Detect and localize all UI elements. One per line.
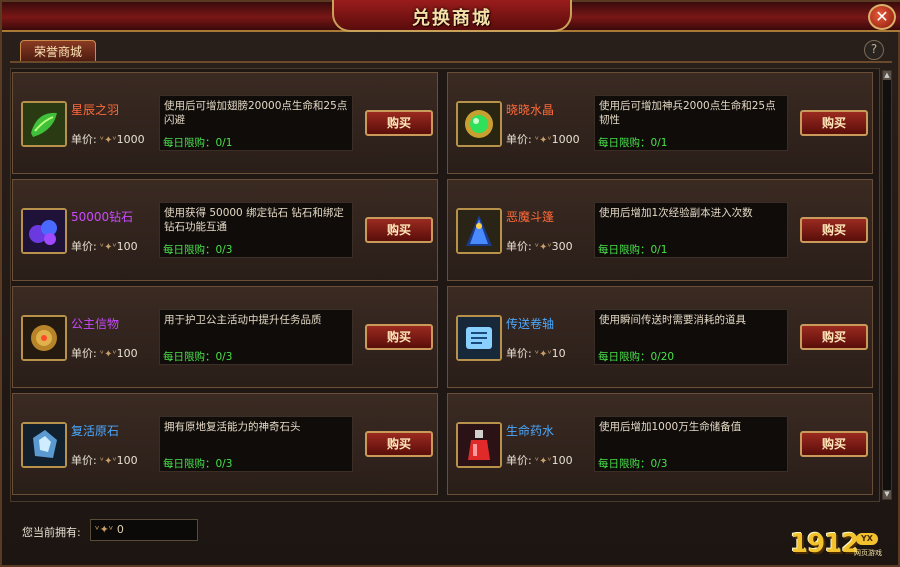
item-name: 星辰之羽: [71, 103, 120, 117]
daily-limit: 每日限购：0/1: [598, 137, 668, 149]
princess-token-icon[interactable]: [21, 315, 67, 361]
honor-wing-icon: ᵛ✦ᵛ: [96, 349, 117, 360]
buy-button[interactable]: 购买: [365, 217, 433, 243]
buy-button[interactable]: 购买: [365, 431, 433, 457]
shop-item-card: 50000钻石 单价: ᵛ✦ᵛ100 使用获得 50000 绑定钻石 钻石和绑定钻石…: [12, 179, 438, 281]
buy-button[interactable]: 购买: [800, 217, 868, 243]
site-logo: 1912: [790, 529, 859, 559]
shop-item-card: 恶魔斗篷 单价: ᵛ✦ᵛ300 使用后增加1次经验副本进入次数 每日限购：0/1 购买: [447, 179, 873, 281]
price-value: 1000: [551, 133, 580, 146]
scrollbar[interactable]: ▲ ▼: [882, 70, 892, 500]
item-price: 单价: ᵛ✦ᵛ100: [71, 238, 138, 254]
window-title: 兑换商城: [412, 8, 492, 29]
shop-item-card: 传送卷轴 单价: ᵛ✦ᵛ10 使用瞬间传送时需要消耗的道具 每日限购：0/20 购买: [447, 286, 873, 388]
honor-wing-icon: ᵛ✦ᵛ: [531, 242, 552, 253]
purple-gems-icon[interactable]: [21, 208, 67, 254]
demon-cloak-icon[interactable]: [456, 208, 502, 254]
price-value: 100: [116, 240, 138, 253]
item-name: 公主信物: [71, 317, 120, 331]
tab-divider: [10, 61, 892, 63]
life-potion-icon[interactable]: [456, 422, 502, 468]
owned-value: 0: [116, 523, 124, 536]
item-price: 单价: ᵛ✦ᵛ300: [506, 238, 573, 254]
price-value: 300: [551, 240, 573, 253]
owned-currency-field: ᵛ✦ᵛ 0: [90, 519, 198, 541]
daily-limit: 每日限购：0/3: [163, 244, 233, 256]
item-price: 单价: ᵛ✦ᵛ1000: [506, 131, 580, 147]
scroll-up-icon[interactable]: ▲: [883, 71, 891, 80]
price-label: 单价:: [71, 240, 97, 253]
honor-wing-icon: ᵛ✦ᵛ: [531, 456, 552, 467]
shop-item-card: 复活原石 单价: ᵛ✦ᵛ100 拥有原地复活能力的神奇石头 每日限购：0/3 购买: [12, 393, 438, 495]
shop-window: 兑换商城 ✕ 荣誉商城 ? ▲ ▼ 星辰之羽 单价: ᵛ✦ᵛ1000 使用后可增加翅…: [0, 0, 900, 567]
daily-limit: 每日限购：0/1: [598, 244, 668, 256]
item-price: 单价: ᵛ✦ᵛ10: [506, 345, 566, 361]
price-label: 单价:: [506, 133, 532, 146]
price-label: 单价:: [506, 347, 532, 360]
item-price: 单价: ᵛ✦ᵛ100: [506, 452, 573, 468]
buy-button[interactable]: 购买: [800, 110, 868, 136]
daily-limit: 每日限购：0/1: [163, 137, 233, 149]
honor-wing-icon: ᵛ✦ᵛ: [95, 523, 114, 536]
owned-label: 您当前拥有:: [22, 526, 81, 539]
price-label: 单价:: [506, 240, 532, 253]
price-value: 100: [116, 347, 138, 360]
shop-item-card: 晓晓水晶 单价: ᵛ✦ᵛ1000 使用后可增加神兵2000点生命和25点韧性 每日限购…: [447, 72, 873, 174]
price-value: 10: [551, 347, 566, 360]
tab-honor-shop[interactable]: 荣誉商城: [20, 40, 96, 62]
buy-button[interactable]: 购买: [365, 324, 433, 350]
item-name: 生命药水: [506, 424, 555, 438]
item-name: 复活原石: [71, 424, 120, 438]
item-name: 恶魔斗篷: [506, 210, 555, 224]
item-price: 单价: ᵛ✦ᵛ1000: [71, 131, 145, 147]
price-value: 100: [551, 454, 573, 467]
shop-item-card: 公主信物 单价: ᵛ✦ᵛ100 用于护卫公主活动中提升任务品质 每日限购：0/3 购买: [12, 286, 438, 388]
daily-limit: 每日限购：0/3: [163, 458, 233, 470]
revive-stone-icon[interactable]: [21, 422, 67, 468]
close-button[interactable]: ✕: [868, 4, 896, 30]
price-value: 100: [116, 454, 138, 467]
price-label: 单价:: [71, 454, 97, 467]
daily-limit: 每日限购：0/20: [598, 351, 675, 363]
buy-button[interactable]: 购买: [800, 324, 868, 350]
buy-button[interactable]: 购买: [800, 431, 868, 457]
shop-item-card: 星辰之羽 单价: ᵛ✦ᵛ1000 使用后可增加翅膀20000点生命和25点闪避 每日限…: [12, 72, 438, 174]
daily-limit: 每日限购：0/3: [598, 458, 668, 470]
item-name: 传送卷轴: [506, 317, 555, 331]
item-price: 单价: ᵛ✦ᵛ100: [71, 452, 138, 468]
teleport-scroll-icon[interactable]: [456, 315, 502, 361]
buy-button[interactable]: 购买: [365, 110, 433, 136]
daily-limit: 每日限购：0/3: [163, 351, 233, 363]
price-label: 单价:: [506, 454, 532, 467]
site-logo-badge: YX: [856, 533, 878, 545]
site-logo-sub: 网页游戏: [854, 549, 882, 557]
honor-wing-icon: ᵛ✦ᵛ: [531, 135, 552, 146]
honor-wing-icon: ᵛ✦ᵛ: [96, 242, 117, 253]
price-label: 单价:: [71, 347, 97, 360]
honor-wing-icon: ᵛ✦ᵛ: [96, 135, 117, 146]
price-value: 1000: [116, 133, 145, 146]
green-orb-icon[interactable]: [456, 101, 502, 147]
help-button[interactable]: ?: [864, 40, 884, 60]
honor-wing-icon: ᵛ✦ᵛ: [96, 456, 117, 467]
honor-wing-icon: ᵛ✦ᵛ: [531, 349, 552, 360]
shop-item-card: 生命药水 单价: ᵛ✦ᵛ100 使用后增加1000万生命储备值 每日限购：0/3 购买: [447, 393, 873, 495]
item-name: 晓晓水晶: [506, 103, 555, 117]
item-price: 单价: ᵛ✦ᵛ100: [71, 345, 138, 361]
scroll-down-icon[interactable]: ▼: [883, 490, 891, 499]
green-leaf-icon[interactable]: [21, 101, 67, 147]
item-name: 50000钻石: [71, 210, 134, 224]
price-label: 单价:: [71, 133, 97, 146]
